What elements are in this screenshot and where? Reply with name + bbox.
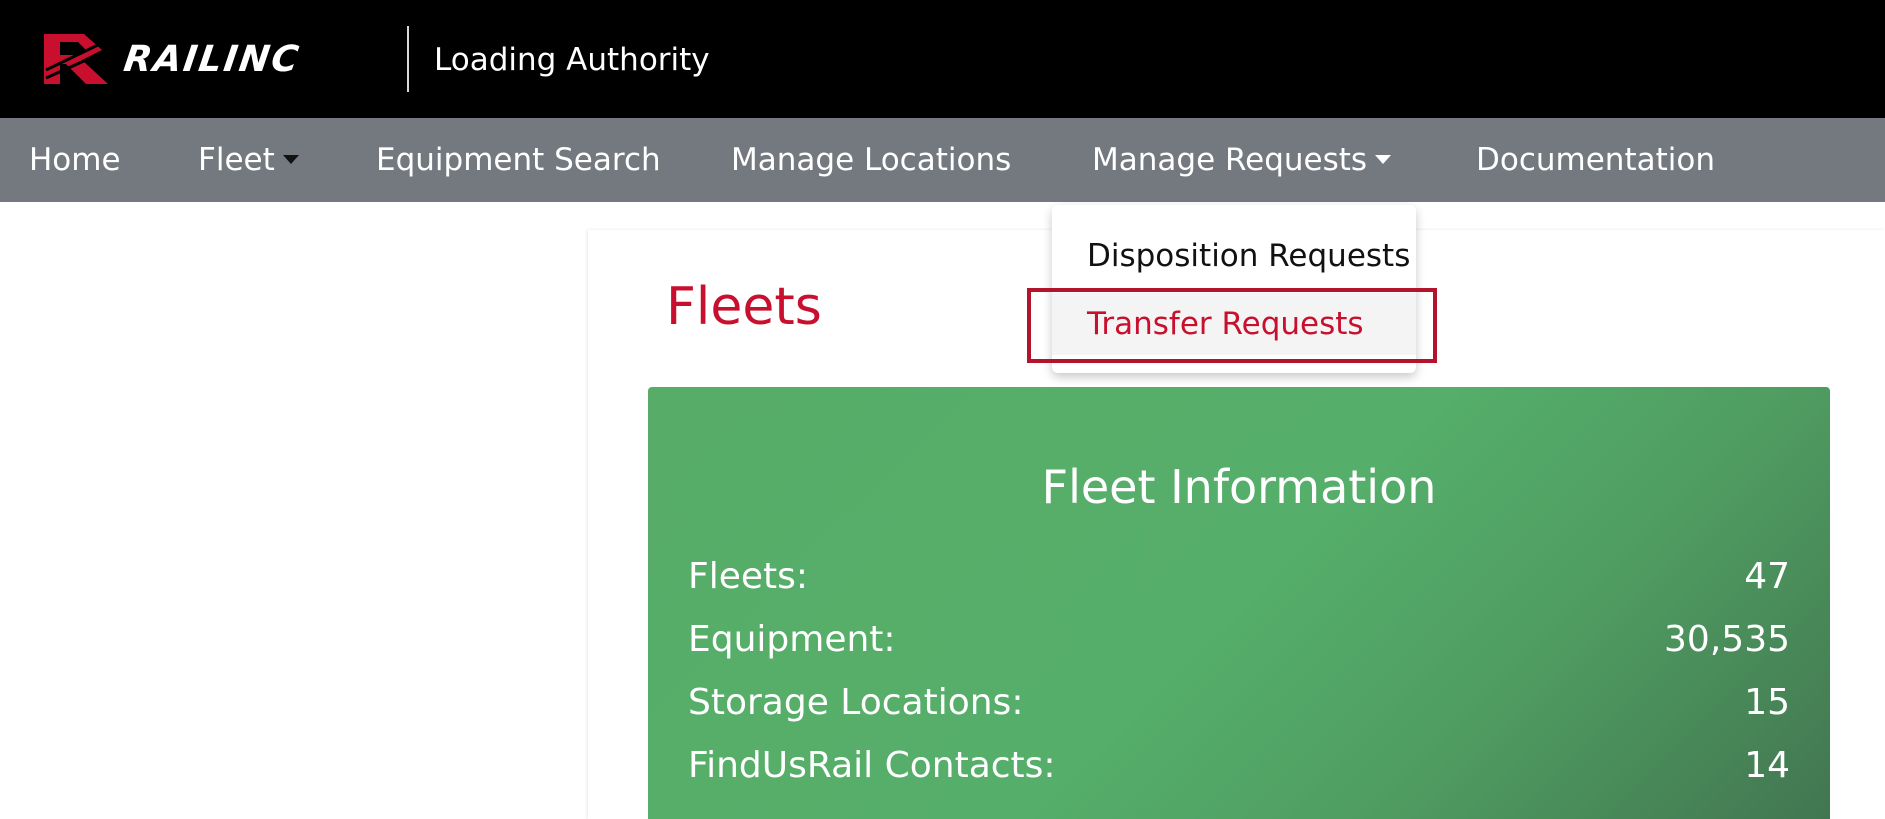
nav-home-label: Home [29, 142, 121, 178]
stat-row-fleets: Fleets: 47 [688, 552, 1790, 602]
menu-item-disposition-requests[interactable]: Disposition Requests [1052, 225, 1416, 287]
stat-value: 15 [1744, 682, 1790, 723]
menu-item-transfer-requests[interactable]: Transfer Requests [1052, 293, 1416, 355]
caret-down-icon [1375, 155, 1392, 164]
card-title: Fleet Information [1041, 460, 1437, 514]
nav-manage-requests[interactable]: Manage Requests [1092, 118, 1392, 202]
app-title: Loading Authority [434, 42, 710, 78]
stat-value: 14 [1744, 745, 1790, 786]
stat-row-findusrail-contacts: FindUsRail Contacts: 14 [688, 741, 1790, 791]
nav-documentation-label: Documentation [1476, 142, 1715, 178]
nav-equipment-search[interactable]: Equipment Search [376, 118, 661, 202]
nav-equipment-search-label: Equipment Search [376, 142, 661, 178]
railinc-logo-icon[interactable] [42, 30, 110, 88]
nav-manage-locations-label: Manage Locations [731, 142, 1012, 178]
nav-manage-requests-label: Manage Requests [1092, 142, 1368, 178]
stat-label: Storage Locations: [688, 682, 1024, 723]
caret-down-icon [282, 155, 299, 164]
nav-fleet-label: Fleet [198, 142, 275, 178]
nav-home[interactable]: Home [29, 118, 121, 202]
brand-wordmark[interactable]: RAILINC [120, 34, 303, 86]
manage-requests-dropdown: Disposition Requests Transfer Requests [1052, 205, 1416, 373]
nav-fleet[interactable]: Fleet [198, 118, 299, 202]
nav-manage-locations[interactable]: Manage Locations [731, 118, 1011, 202]
stat-value: 30,535 [1664, 619, 1790, 660]
page-title: Fleets [666, 277, 822, 337]
top-header: RAILINC Loading Authority [0, 0, 1885, 118]
stat-label: Equipment: [688, 619, 896, 660]
stat-label: Fleets: [688, 556, 809, 597]
nav-documentation[interactable]: Documentation [1476, 118, 1715, 202]
stat-value: 47 [1744, 556, 1790, 597]
stat-row-equipment: Equipment: 30,535 [688, 615, 1790, 665]
stat-row-storage-locations: Storage Locations: 15 [688, 678, 1790, 728]
fleet-information-card: Fleet Information Fleets: 47 Equipment: … [648, 387, 1830, 819]
main-nav: Home Fleet Equipment Search Manage Locat… [0, 118, 1885, 202]
stat-label: FindUsRail Contacts: [688, 745, 1056, 786]
header-divider [407, 26, 409, 92]
